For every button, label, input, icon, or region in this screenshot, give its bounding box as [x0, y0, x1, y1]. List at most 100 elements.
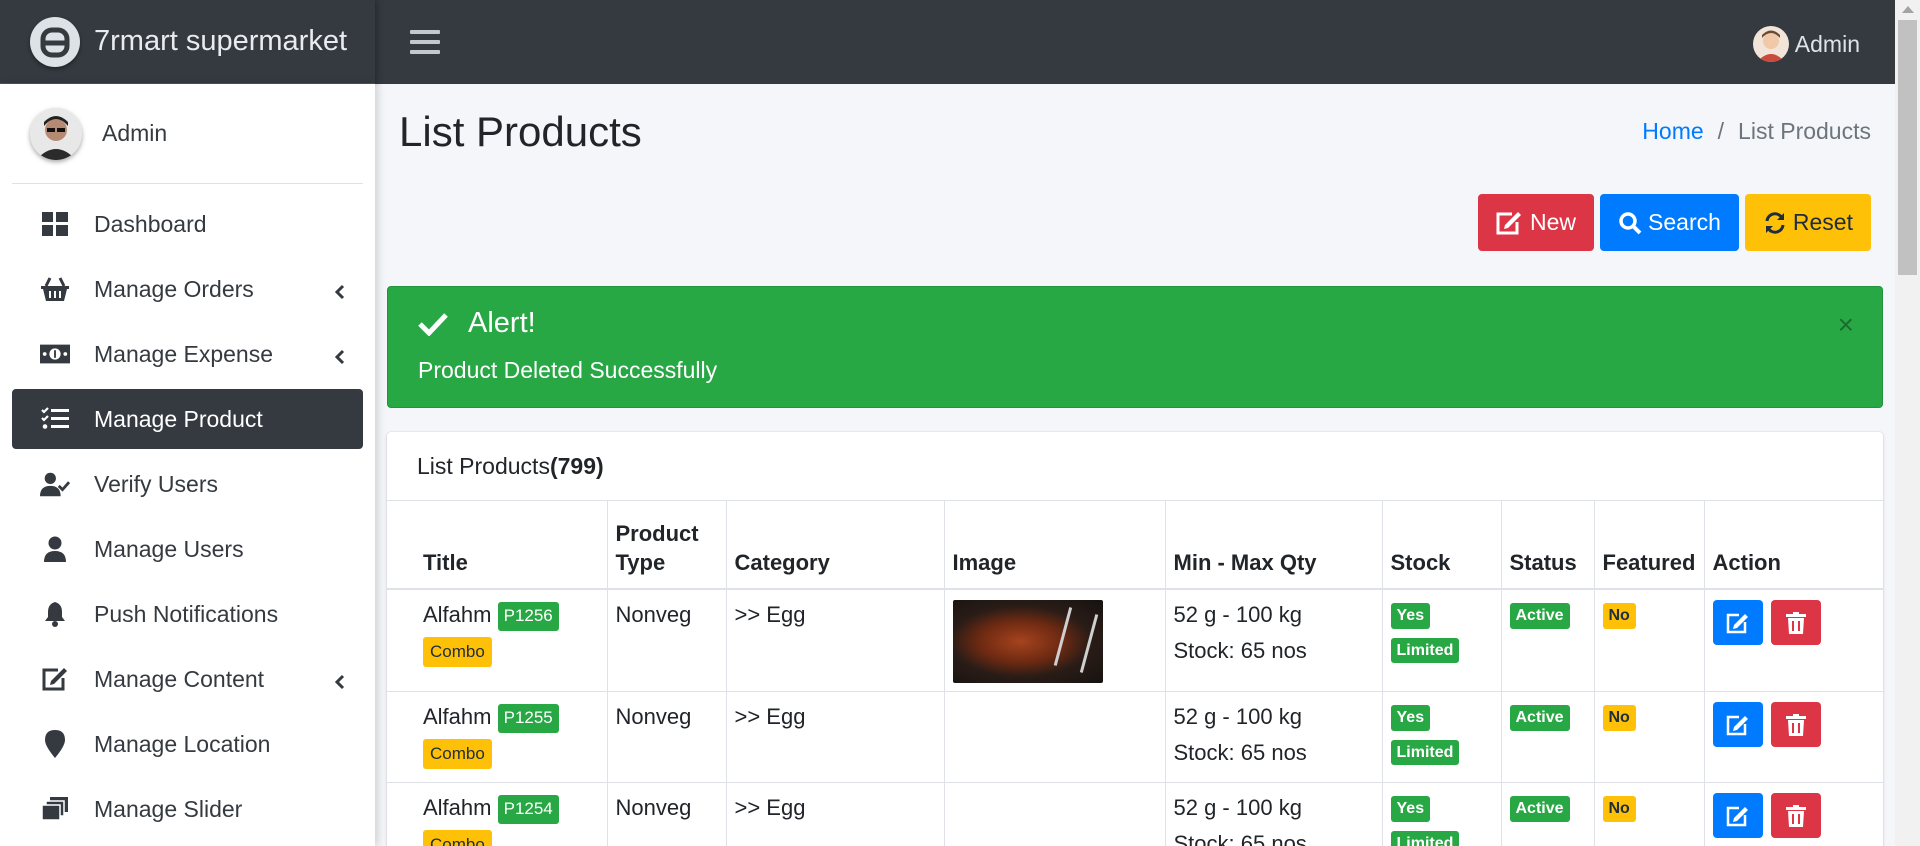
product-category: >> Egg: [726, 782, 945, 846]
sidebar-item-label: Push Notifications: [94, 600, 279, 627]
slider-icon: [40, 794, 70, 824]
avatar: [30, 107, 82, 160]
chevron-left-icon: [334, 669, 345, 696]
table-row: Alfahm P1254 Combo Nonveg >> Egg 52 g - …: [387, 782, 1883, 846]
user-check-icon: [40, 469, 70, 499]
product-code-badge: P1255: [497, 703, 559, 733]
delete-button[interactable]: [1770, 793, 1821, 838]
status-badge: Active: [1509, 705, 1570, 731]
sidebar-item-dashboard[interactable]: Dashboard: [12, 194, 363, 254]
map-marker-icon: [40, 729, 70, 759]
brand[interactable]: 7rmart supermarket: [0, 0, 375, 84]
sidebar-item-product[interactable]: Manage Product: [12, 389, 363, 449]
brand-logo-icon: [30, 16, 80, 67]
stock-cell: Yes Limited: [1382, 782, 1502, 846]
alert-heading: Alert!: [418, 307, 536, 340]
delete-button[interactable]: [1770, 702, 1821, 747]
title-cell: Alfahm P1255 Combo: [387, 691, 608, 783]
chevron-left-icon: [334, 279, 345, 306]
edit-button[interactable]: [1712, 702, 1763, 747]
limited-badge: Limited: [1390, 830, 1460, 846]
sidebar-item-push-notifications[interactable]: Push Notifications: [12, 584, 363, 644]
chevron-left-icon: [334, 344, 345, 371]
status-cell: Active: [1501, 588, 1595, 692]
sidebar-item-label: Manage Content: [94, 665, 265, 692]
top-user-menu[interactable]: Admin: [1752, 26, 1860, 62]
featured-badge: No: [1602, 603, 1636, 629]
page-title: List Products: [399, 108, 642, 155]
breadcrumb-separator: /: [1717, 118, 1725, 144]
edit-button[interactable]: [1712, 793, 1763, 838]
sidebar-item-location[interactable]: Manage Location: [12, 714, 363, 774]
breadcrumb-current: List Products: [1738, 118, 1871, 144]
scroll-up-arrow-icon[interactable]: [1902, 6, 1914, 13]
column-header: Image: [944, 501, 1166, 590]
product-title: Alfahm: [423, 602, 492, 627]
new-button-label: New: [1530, 209, 1577, 235]
alert-message: Product Deleted Successfully: [418, 357, 718, 383]
limited-badge: Limited: [1390, 637, 1460, 664]
title-cell: Alfahm P1254 Combo: [387, 782, 608, 846]
page-scrollbar[interactable]: [1895, 0, 1920, 846]
product-title: Alfahm: [423, 795, 492, 820]
brand-name: 7rmart supermarket: [94, 25, 348, 57]
sidebar-item-content[interactable]: Manage Content: [12, 649, 363, 709]
limited-badge: Limited: [1390, 739, 1460, 766]
sidebar-item-label: Manage Product: [94, 405, 263, 432]
column-header: Action: [1704, 501, 1883, 590]
stock-cell: Yes Limited: [1382, 691, 1502, 783]
reset-button[interactable]: Reset: [1744, 194, 1871, 251]
sidebar-item-label: Verify Users: [94, 470, 218, 497]
product-type: Nonveg: [607, 782, 727, 846]
sidebar-item-verify-users[interactable]: Verify Users: [12, 454, 363, 514]
delete-button[interactable]: [1770, 600, 1821, 645]
sidebar-item-label: Manage Orders: [94, 275, 254, 302]
trash-icon: [1785, 804, 1806, 827]
product-type: Nonveg: [607, 691, 727, 783]
breadcrumb: Home / List Products: [1642, 118, 1871, 145]
alert-title: Alert!: [468, 307, 536, 339]
breadcrumb-home-link[interactable]: Home: [1642, 118, 1703, 145]
sidebar-item-orders[interactable]: Manage Orders: [12, 259, 363, 319]
app-root: 7rmart supermarket Admin Admin Dashboard…: [0, 0, 1920, 846]
sidebar-item-manage-users[interactable]: Manage Users: [12, 519, 363, 579]
featured-badge: No: [1602, 705, 1636, 731]
sidebar-item-label: Manage Expense: [94, 340, 274, 367]
stock-quantity: Stock: 65 nos: [1173, 830, 1307, 846]
stock-badge: Yes: [1390, 796, 1431, 822]
check-icon: [418, 312, 448, 336]
edit-button[interactable]: [1712, 600, 1763, 645]
title-cell: Alfahm P1256 Combo: [387, 588, 608, 692]
sidebar-item-expense[interactable]: Manage Expense: [12, 324, 363, 384]
menu-toggle-icon[interactable]: [410, 30, 440, 54]
image-cell: [944, 782, 1166, 846]
min-max-qty: 52 g - 100 kg: [1173, 795, 1302, 820]
action-cell: [1704, 691, 1883, 783]
featured-cell: No: [1594, 782, 1705, 846]
search-button[interactable]: Search: [1600, 194, 1739, 251]
image-cell: [944, 588, 1166, 692]
edit-icon: [1496, 211, 1522, 234]
product-code-badge: P1256: [497, 601, 559, 631]
sidebar-item-slider[interactable]: Manage Slider: [12, 779, 363, 839]
close-icon[interactable]: ×: [1838, 309, 1854, 341]
column-header: Status: [1501, 501, 1595, 590]
status-badge: Active: [1509, 603, 1570, 629]
reset-button-label: Reset: [1792, 209, 1853, 235]
sync-icon: [1765, 211, 1785, 234]
scrollbar-thumb[interactable]: [1898, 20, 1917, 275]
trash-icon: [1785, 713, 1806, 736]
card-title: List Products (799): [387, 432, 1883, 501]
combo-badge: Combo: [423, 636, 492, 668]
stock-badge: Yes: [1390, 705, 1431, 731]
sidebar-user-panel[interactable]: Admin: [12, 84, 363, 184]
edit-icon: [1726, 715, 1748, 735]
edit-icon: [1726, 806, 1748, 826]
search-icon: [1619, 211, 1642, 234]
new-button[interactable]: New: [1478, 194, 1595, 251]
stock-badge: Yes: [1390, 603, 1431, 629]
sidebar-item-label: Manage Location: [94, 730, 271, 757]
stock-quantity: Stock: 65 nos: [1173, 637, 1307, 663]
status-cell: Active: [1501, 782, 1595, 846]
bell-icon: [40, 599, 70, 629]
